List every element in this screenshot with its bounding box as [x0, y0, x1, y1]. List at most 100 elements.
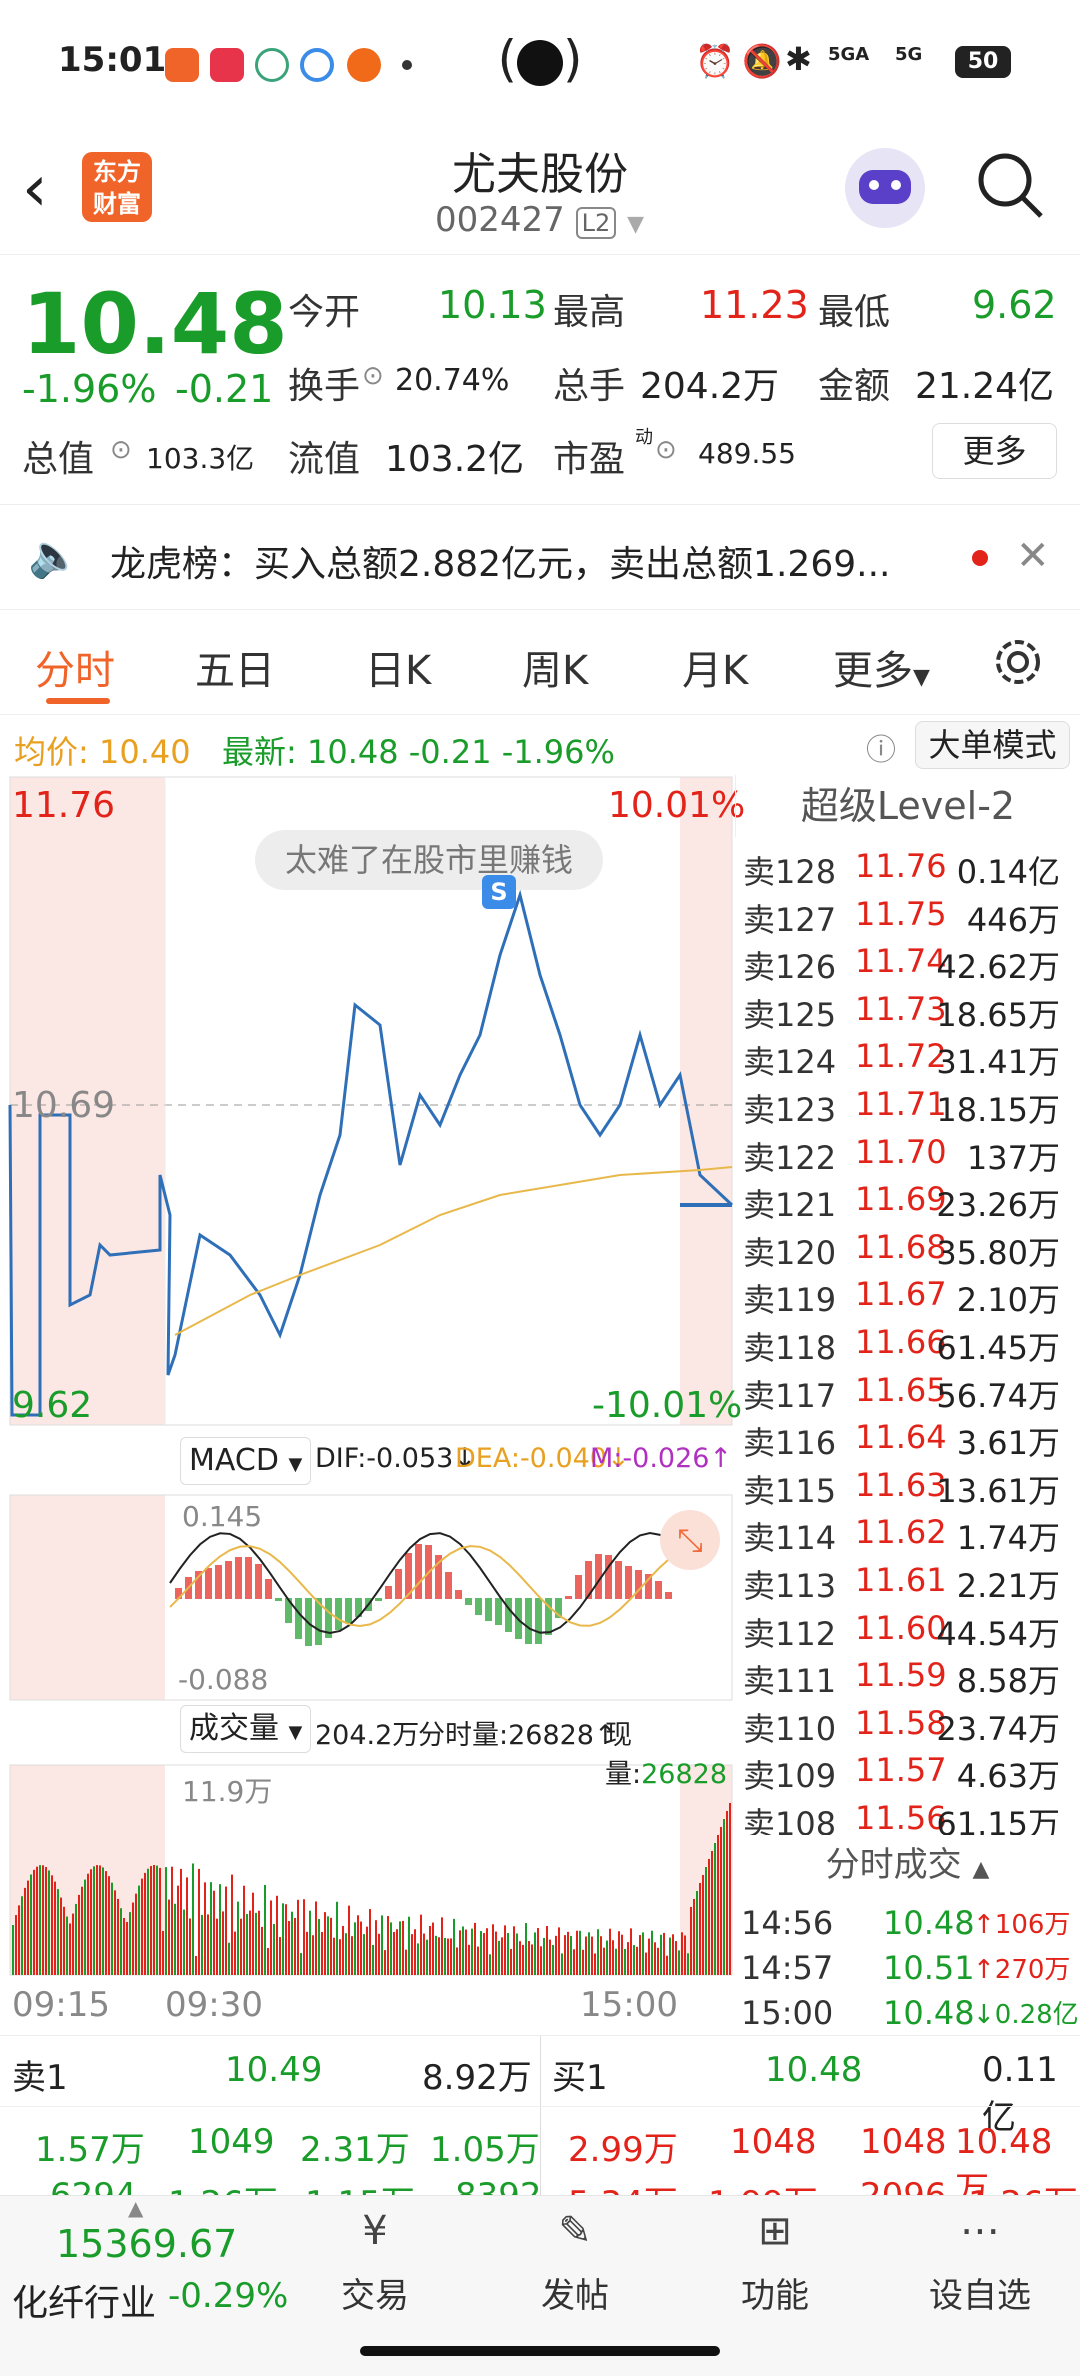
industry-index[interactable]: ▲ 15369.67 化纤行业 -0.29%	[0, 2196, 290, 2336]
quote-panel: 10.48 -1.96% -0.21 今开 10.13 最高 11.23 最低 …	[0, 255, 1080, 505]
close-icon[interactable]: ✕	[1016, 533, 1050, 579]
avg-price-line	[174, 1166, 733, 1336]
ask-depth-row[interactable]: 卖112 11.60 44.54万	[735, 1605, 1080, 1653]
info-icon[interactable]: ⊙	[655, 435, 677, 465]
add-watchlist-button[interactable]: ⋯ 设自选	[910, 2208, 1050, 2328]
volume-bar	[582, 1949, 584, 1975]
network-5g: 5G	[895, 44, 923, 65]
volume-bar	[564, 1935, 566, 1975]
volume-bar	[114, 1890, 116, 1975]
volume-bar	[246, 1914, 248, 1975]
ask-level: 卖127	[743, 900, 837, 939]
macd-series	[169, 1531, 672, 1646]
gear-icon[interactable]	[990, 634, 1046, 690]
app-notification-icon	[210, 48, 244, 82]
ask-depth-row[interactable]: 卖125 11.73 18.65万	[735, 986, 1080, 1034]
stock-code[interactable]: 002427 L2 ▼	[435, 200, 644, 240]
dropdown-icon: ▼	[913, 665, 930, 690]
ask-depth-row[interactable]: 卖122 11.70 137万	[735, 1129, 1080, 1177]
volume-bar	[342, 1925, 344, 1975]
macd-bar	[625, 1566, 632, 1599]
ask-volume: 23.74万	[936, 1709, 1060, 1748]
tick-list[interactable]: 14:56 10.48 ↑106万 14:57 10.51 ↑270万 15:00 10.48…	[735, 1900, 1080, 2035]
post-button[interactable]: ✎ 发帖	[525, 2208, 625, 2328]
ask-depth-row[interactable]: 卖119 11.67 2.10万	[735, 1271, 1080, 1319]
ask-level: 卖118	[743, 1329, 837, 1367]
volume-bar	[24, 1887, 26, 1975]
ask-depth-row[interactable]: 卖123 11.71 18.15万	[735, 1081, 1080, 1129]
volume-bar	[348, 1905, 350, 1975]
volume-bar	[282, 1903, 284, 1975]
tab-five-day[interactable]: 五日	[195, 638, 275, 696]
tab-monthly-k[interactable]: 月K	[682, 638, 748, 696]
ask-volume: 44.54万	[936, 1614, 1060, 1653]
expand-icon[interactable]: ⤡	[660, 1510, 720, 1570]
volume-bar	[264, 1884, 266, 1975]
ask-depth-list[interactable]: 卖128 11.76 0.14亿 卖127 11.75 446万 卖126 11.74 42.6…	[735, 843, 1080, 1845]
ticks-title[interactable]: 分时成交 ▲	[735, 1835, 1080, 1895]
ask-price: 11.74	[855, 942, 947, 981]
volume-bar	[636, 1946, 638, 1975]
ask-depth-row[interactable]: 卖127 11.75 446万	[735, 891, 1080, 939]
tab-more[interactable]: 更多▼	[833, 638, 930, 696]
ask-depth-row[interactable]: 卖111 11.59 8.58万	[735, 1652, 1080, 1700]
ask-depth-row[interactable]: 卖110 11.58 23.74万	[735, 1700, 1080, 1748]
comment-bubble[interactable]: 太难了在股市里赚钱	[255, 830, 604, 890]
tab-daily-k[interactable]: 日K	[365, 638, 431, 696]
ask-level: 卖120	[743, 1233, 837, 1272]
volume-bar	[18, 1905, 20, 1975]
notice-bar[interactable]: 🔈 龙虎榜：买入总额2.882亿元，卖出总额1.269... ✕	[0, 505, 1080, 610]
macd-selector[interactable]: MACD ▼	[180, 1437, 312, 1485]
help-icon[interactable]: ⓘ	[866, 725, 896, 769]
order-book: 卖1 10.49 8.92万 买1 10.48 0.11亿 1.57万 1049…	[0, 2035, 1080, 2224]
volume-bar	[237, 1901, 239, 1975]
macd-bar	[245, 1557, 252, 1599]
robot-assistant-avatar[interactable]	[845, 148, 925, 228]
volume-bar	[627, 1942, 629, 1975]
macd-pre-shade	[10, 1495, 165, 1700]
volume-bar	[720, 1827, 722, 1975]
volume-bar	[588, 1932, 590, 1975]
intraday-chart-area[interactable]: 11.76 10.69 9.62 10.01% -10.01% 太难了在股市里赚…	[0, 775, 745, 2035]
info-icon[interactable]: ⊙	[110, 435, 132, 465]
functions-button[interactable]: ⊞ 功能	[725, 2208, 825, 2328]
macd-bar	[605, 1555, 612, 1599]
macd-dif: DIF:-0.053↓	[315, 1443, 476, 1474]
volume-bar	[471, 1928, 473, 1975]
ask-depth-row[interactable]: 卖113 11.61 2.21万	[735, 1557, 1080, 1605]
ask-price: 11.73	[855, 989, 947, 1028]
ask-depth-row[interactable]: 卖109 11.57 4.63万	[735, 1747, 1080, 1795]
tick-volume: ↑106万	[973, 1910, 1071, 1940]
buy1-label: 买1	[552, 2058, 608, 2098]
ask-price: 11.61	[855, 1561, 947, 1599]
more-button[interactable]: 更多	[932, 423, 1057, 479]
tab-intraday[interactable]: 分时	[35, 638, 115, 696]
signal-s-icon[interactable]: S	[482, 875, 516, 909]
volume-bar	[111, 1882, 113, 1975]
change-percent: -1.96%	[22, 367, 157, 411]
ask-depth-row[interactable]: 卖116 11.64 3.61万	[735, 1414, 1080, 1462]
ask-depth-row[interactable]: 卖128 11.76 0.14亿	[735, 843, 1080, 891]
volume-bar	[435, 1935, 437, 1975]
macd-bar	[455, 1590, 462, 1599]
ask-depth-row[interactable]: 卖124 11.72 31.41万	[735, 1033, 1080, 1081]
ask-depth-row[interactable]: 卖115 11.63 13.61万	[735, 1462, 1080, 1510]
search-icon[interactable]	[975, 150, 1045, 220]
volume-bar	[78, 1894, 80, 1975]
ask-depth-row[interactable]: 卖117 11.65 56.74万	[735, 1367, 1080, 1415]
info-icon[interactable]: ⊙	[362, 361, 384, 391]
volume-selector[interactable]: 成交量 ▼	[180, 1705, 312, 1753]
ask-price: 11.76	[855, 847, 947, 885]
ask-depth-row[interactable]: 卖126 11.74 42.62万	[735, 938, 1080, 986]
ask-depth-row[interactable]: 卖114 11.62 1.74万	[735, 1509, 1080, 1557]
ask-depth-row[interactable]: 卖120 11.68 35.80万	[735, 1224, 1080, 1272]
volume-bar	[585, 1936, 587, 1975]
ask-depth-row[interactable]: 卖118 11.66 61.45万	[735, 1319, 1080, 1367]
volume-bar	[675, 1941, 677, 1975]
tab-weekly-k[interactable]: 周K	[522, 638, 588, 696]
trade-button[interactable]: ¥ 交易	[325, 2208, 425, 2328]
volume-bar	[546, 1925, 548, 1975]
ask-depth-row[interactable]: 卖121 11.69 23.26万	[735, 1176, 1080, 1224]
ask-volume: 42.62万	[936, 948, 1060, 987]
big-order-mode-button[interactable]: 大单模式	[915, 721, 1070, 769]
